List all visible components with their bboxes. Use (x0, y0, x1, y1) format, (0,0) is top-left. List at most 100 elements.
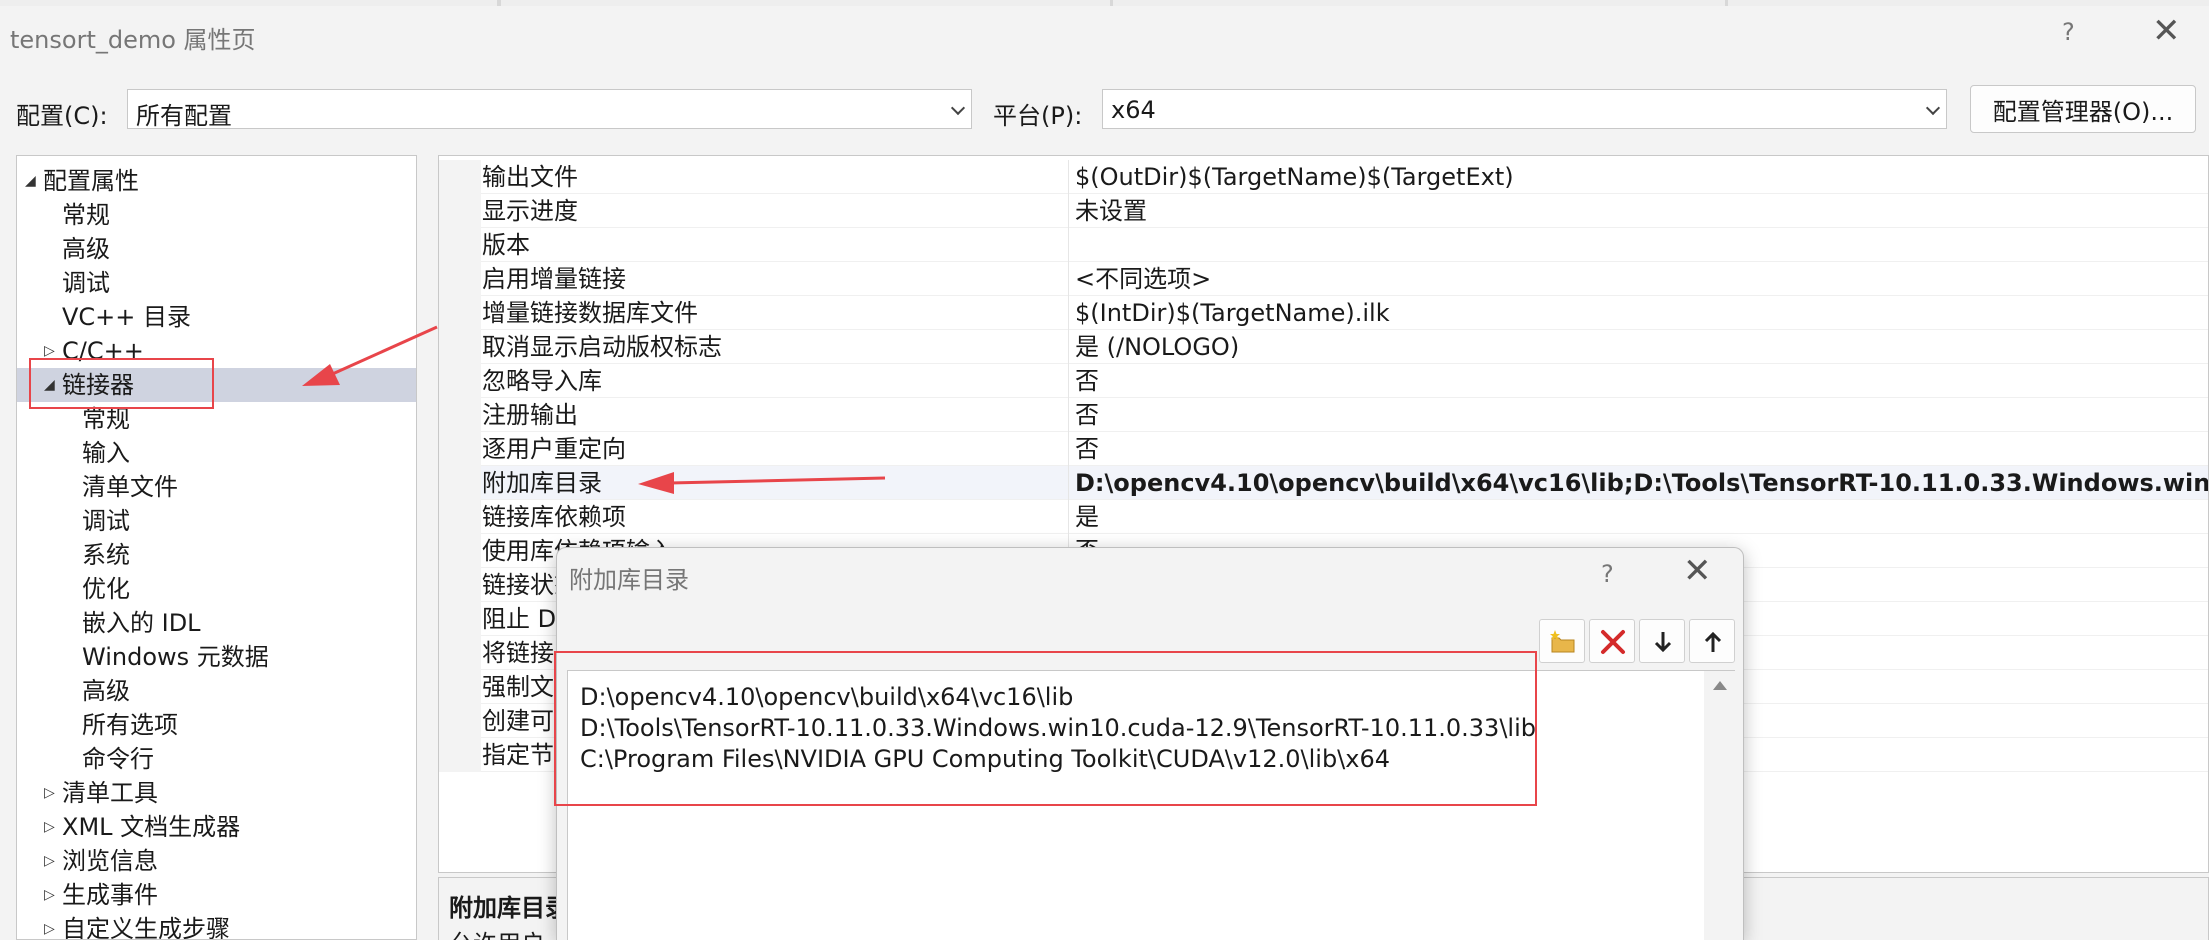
property-value[interactable] (1068, 228, 2208, 262)
tree-item[interactable]: 命令行 (17, 742, 416, 776)
row-gutter (439, 636, 481, 670)
tree-item[interactable]: 常规 (17, 198, 416, 232)
property-row[interactable]: 附加库目录 D:\opencv4.10\opencv\build\x64\vc16… (439, 466, 2208, 500)
property-tree: ◢ 配置属性 常规 高级 调试 VC++ 目录 ▷ C/C++ ◢ 链接器 常规 输入 清单文件 调试 系统… (16, 155, 417, 940)
collapse-icon[interactable]: ◢ (25, 164, 36, 198)
property-value[interactable]: 是 (1068, 500, 2208, 534)
row-gutter (439, 432, 481, 466)
tree-item[interactable]: Windows 元数据 (17, 640, 416, 674)
tree-item[interactable]: ▷ 清单工具 (17, 776, 416, 810)
row-gutter (439, 466, 481, 500)
description-title: 附加库目录 (449, 894, 569, 922)
chevron-down-icon (1925, 100, 1941, 116)
configuration-dropdown[interactable]: 所有配置 (127, 89, 972, 130)
dialog-help-button[interactable]: ? (1601, 560, 1614, 588)
help-button[interactable]: ? (2062, 18, 2075, 46)
platform-dropdown[interactable]: x64 (1102, 89, 1947, 129)
property-name: 忽略导入库 (482, 367, 602, 395)
tree-item[interactable]: ▷ 生成事件 (17, 878, 416, 912)
expand-icon[interactable]: ▷ (44, 844, 55, 878)
new-line-button[interactable] (1539, 619, 1585, 663)
dialog-title: 附加库目录 (569, 566, 689, 594)
expand-icon[interactable]: ▷ (44, 810, 55, 844)
row-gutter (439, 704, 481, 738)
dialog-close-button[interactable]: ✕ (1683, 554, 1712, 588)
tree-item[interactable]: ▷ 自定义生成步骤 (17, 912, 416, 940)
tree-item-label: 调试 (82, 507, 130, 535)
configuration-value: 所有配置 (136, 102, 232, 130)
tree-item[interactable]: 高级 (17, 674, 416, 708)
tree-item[interactable]: 调试 (17, 504, 416, 538)
move-up-button[interactable] (1689, 619, 1735, 663)
row-gutter (439, 194, 481, 228)
annotation-box-directories (554, 651, 1537, 806)
expand-icon[interactable]: ▷ (44, 912, 55, 939)
platform-value: x64 (1111, 96, 1156, 124)
chevron-down-icon (950, 100, 966, 116)
tree-item[interactable]: 清单文件 (17, 470, 416, 504)
property-row[interactable]: 注册输出 否 (439, 398, 2208, 432)
row-gutter (439, 228, 481, 262)
tree-item[interactable]: ▷ XML 文档生成器 (17, 810, 416, 844)
property-value[interactable]: 否 (1068, 398, 2208, 432)
property-value[interactable]: 否 (1068, 364, 2208, 398)
property-name: 版本 (482, 231, 530, 259)
tree-item[interactable]: VC++ 目录 (17, 300, 416, 334)
row-gutter (439, 330, 481, 364)
property-name: 附加库目录 (482, 469, 602, 497)
property-row[interactable]: 取消显示启动版权标志 是 (/NOLOGO) (439, 330, 2208, 364)
delete-line-button[interactable] (1589, 619, 1635, 663)
property-row[interactable]: 版本 (439, 228, 2208, 262)
tree-item[interactable]: 嵌入的 IDL (17, 606, 416, 640)
property-row[interactable]: 启用增量链接 <不同选项> (439, 262, 2208, 296)
tree-item-label: 浏览信息 (62, 847, 158, 875)
close-button[interactable]: ✕ (2152, 14, 2181, 48)
tree-item-label: 配置属性 (43, 167, 139, 195)
tree-item-label: 嵌入的 IDL (82, 609, 201, 637)
property-value[interactable]: <不同选项> (1068, 262, 2208, 296)
property-row[interactable]: 链接库依赖项 是 (439, 500, 2208, 534)
expand-icon[interactable]: ▷ (44, 776, 55, 810)
tree-item[interactable]: ◢ 配置属性 (17, 164, 416, 198)
tree-item-label: 命令行 (82, 745, 154, 773)
row-gutter (439, 500, 481, 534)
property-name: 链接库依赖项 (482, 503, 626, 531)
tree-item-label: VC++ 目录 (62, 303, 192, 331)
tree-item-label: 所有选项 (82, 711, 178, 739)
property-row[interactable]: 显示进度 未设置 (439, 194, 2208, 228)
tree-item[interactable]: 所有选项 (17, 708, 416, 742)
tree-item-label: 输入 (82, 439, 130, 467)
property-row[interactable]: 增量链接数据库文件 $(IntDir)$(TargetName).ilk (439, 296, 2208, 330)
tree-item[interactable]: 高级 (17, 232, 416, 266)
configuration-manager-button[interactable]: 配置管理器(O)... (1970, 85, 2196, 133)
property-row[interactable]: 逐用户重定向 否 (439, 432, 2208, 466)
property-name: 增量链接数据库文件 (482, 299, 698, 327)
delete-icon (1601, 630, 1625, 654)
tree-item-label: 自定义生成步骤 (62, 915, 230, 940)
tree-item[interactable]: 调试 (17, 266, 416, 300)
vertical-scrollbar[interactable] (1704, 671, 1735, 940)
tree-item-label: 调试 (62, 269, 110, 297)
property-value[interactable]: 未设置 (1068, 194, 2208, 228)
tree-item-label: XML 文档生成器 (62, 813, 241, 841)
tree-item-label: 生成事件 (62, 881, 158, 909)
property-row[interactable]: 忽略导入库 否 (439, 364, 2208, 398)
property-name: 注册输出 (482, 401, 578, 429)
move-down-icon (1654, 632, 1672, 653)
property-value[interactable]: $(OutDir)$(TargetName)$(TargetExt) (1068, 160, 2208, 194)
tree-item-label: 清单工具 (62, 779, 158, 807)
move-down-button[interactable] (1639, 619, 1685, 663)
property-value[interactable]: 是 (/NOLOGO) (1068, 330, 2208, 364)
expand-icon[interactable]: ▷ (44, 878, 55, 912)
title-bar: tensort_demo 属性页 ? ✕ (0, 6, 2209, 62)
tree-item[interactable]: ▷ 浏览信息 (17, 844, 416, 878)
property-name: 取消显示启动版权标志 (482, 333, 722, 361)
property-row[interactable]: 输出文件 $(OutDir)$(TargetName)$(TargetExt) (439, 160, 2208, 194)
property-value[interactable]: $(IntDir)$(TargetName).ilk (1068, 296, 2208, 330)
scroll-up-icon[interactable] (1713, 681, 1727, 690)
property-value[interactable]: D:\opencv4.10\opencv\build\x64\vc16\lib;… (1068, 466, 2208, 500)
tree-item[interactable]: 系统 (17, 538, 416, 572)
tree-item[interactable]: 优化 (17, 572, 416, 606)
property-value[interactable]: 否 (1068, 432, 2208, 466)
tree-item[interactable]: 输入 (17, 436, 416, 470)
